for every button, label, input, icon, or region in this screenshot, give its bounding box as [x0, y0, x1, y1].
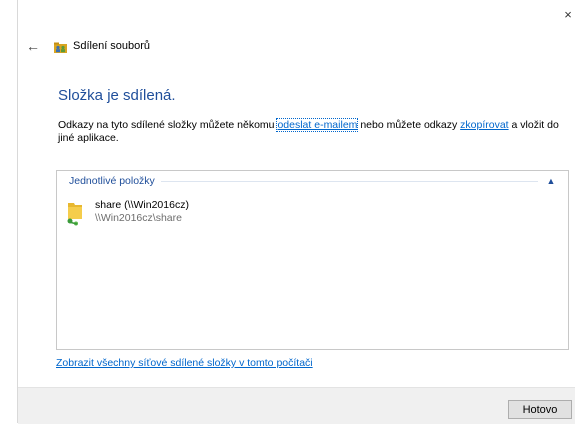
item-path: \\Win2016cz\share	[95, 212, 182, 224]
desc-part-2: nebo můžete odkazy	[357, 119, 461, 131]
close-icon[interactable]: ×	[561, 6, 575, 24]
chevron-up-icon[interactable]: ▲	[544, 174, 558, 188]
send-email-link[interactable]: odeslat e-mailem	[276, 118, 359, 132]
back-arrow-icon[interactable]: ←	[26, 37, 40, 55]
done-button[interactable]: Hotovo	[508, 400, 572, 419]
shared-items-list: Jednotlivé položky ▲ share (\\Win2016cz)…	[56, 170, 569, 350]
window-title: Sdílení souborů	[73, 40, 151, 52]
file-sharing-icon	[54, 42, 67, 53]
group-header[interactable]: Jednotlivé položky ▲	[69, 174, 558, 188]
shared-folder-icon	[67, 203, 82, 226]
group-label: Jednotlivé položky	[69, 175, 155, 187]
footer-bar: Hotovo	[18, 387, 575, 424]
item-name: share (\\Win2016cz)	[95, 199, 189, 211]
desc-part-1: Odkazy na tyto sdílené složky můžete něk…	[58, 119, 278, 131]
group-divider	[160, 180, 538, 182]
file-sharing-window: × ← Sdílení souborů Složka je sdílená. O…	[17, 0, 575, 424]
page-heading: Složka je sdílená.	[58, 87, 176, 104]
copy-link[interactable]: zkopírovat	[460, 119, 508, 131]
description-text: Odkazy na tyto sdílené složky můžete něk…	[58, 118, 568, 145]
list-item[interactable]: share (\\Win2016cz) \\Win2016cz\share	[65, 199, 365, 229]
show-all-shares-link[interactable]: Zobrazit všechny síťové sdílené složky v…	[56, 357, 313, 370]
